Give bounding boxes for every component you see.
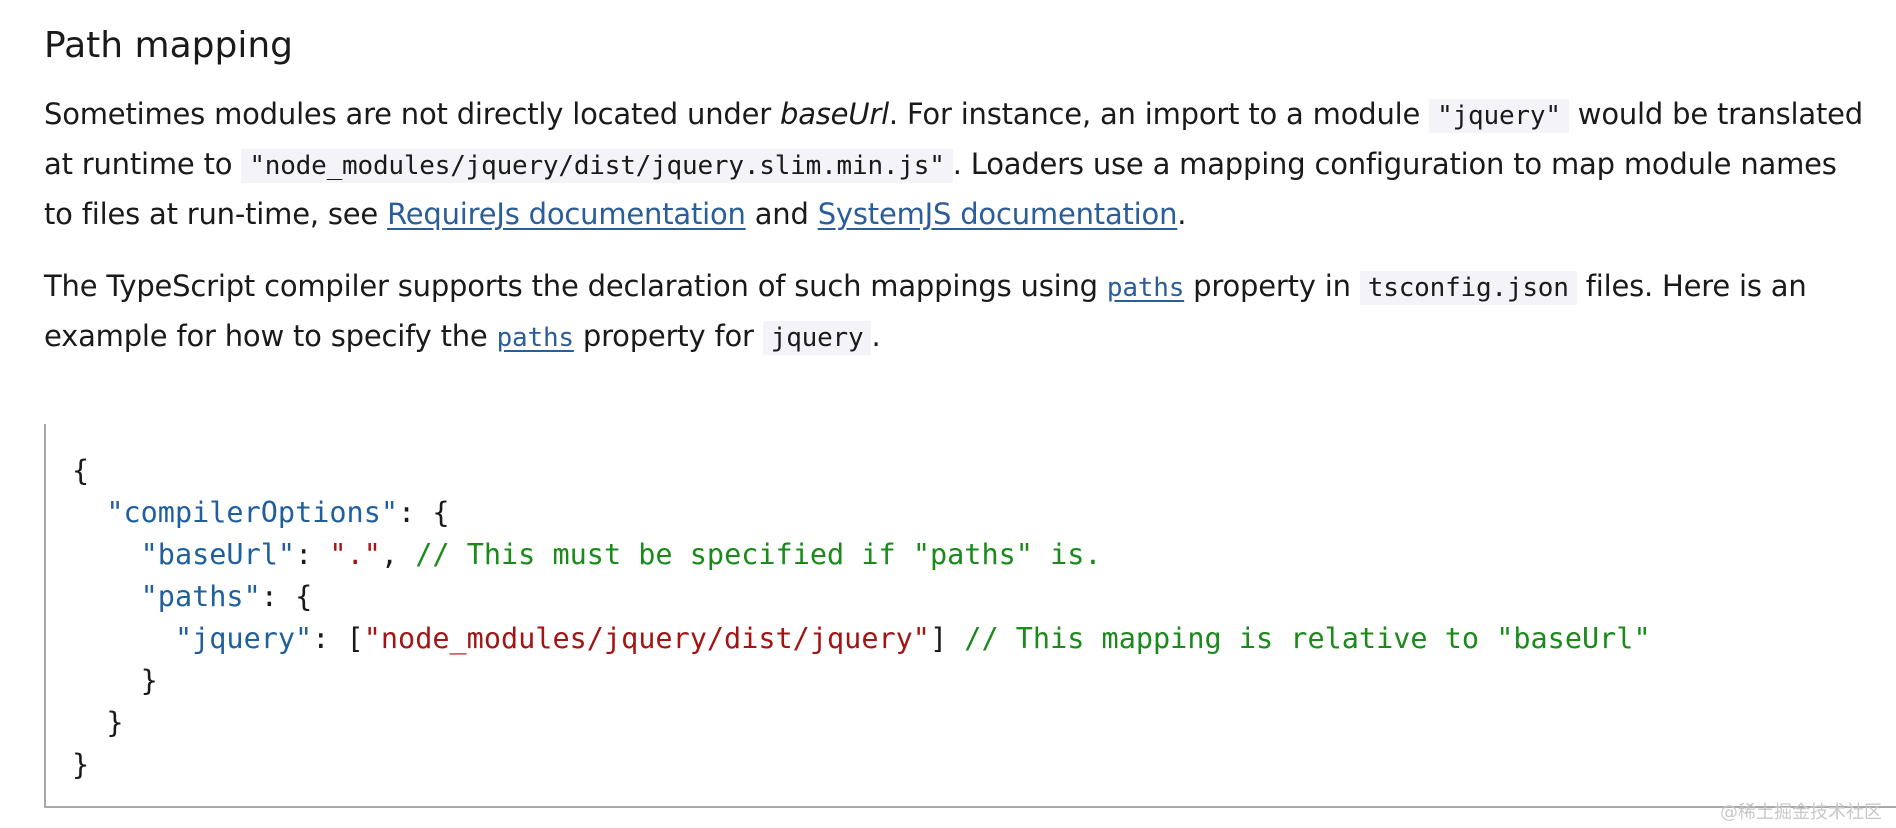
punct: { — [72, 454, 90, 487]
punct: } — [72, 706, 124, 739]
paragraph-path-mapping-intro: Sometimes modules are not directly locat… — [44, 90, 1864, 238]
punct: : [ — [312, 622, 364, 655]
code-line-2: "compilerOptions": { — [72, 492, 1896, 534]
paragraph-paths-property: The TypeScript compiler supports the dec… — [44, 262, 1864, 362]
punct: , — [380, 538, 416, 571]
text: . — [1177, 197, 1187, 231]
code-line-5: "jquery": ["node_modules/jquery/dist/jqu… — [72, 618, 1896, 660]
string-dot: "." — [329, 538, 381, 571]
inline-code-jquery: "jquery" — [1429, 99, 1569, 133]
string-jquery-path: "node_modules/jquery/dist/jquery" — [363, 622, 930, 655]
comment-baseurl: // This must be specified if "paths" is. — [415, 538, 1102, 571]
code-line-3: "baseUrl": ".", // This must be specifie… — [72, 534, 1896, 576]
inline-code-jquery-2: jquery — [762, 321, 872, 355]
punct: : — [295, 538, 330, 571]
code-line-8: } — [72, 744, 1896, 786]
text: property in — [1184, 269, 1360, 303]
key-paths: "paths" — [140, 580, 261, 613]
punct: : { — [398, 496, 450, 529]
punct: } — [72, 748, 90, 781]
code-block-tsconfig[interactable]: { "compilerOptions": { "baseUrl": ".", /… — [44, 424, 1896, 808]
requirejs-documentation-link[interactable]: RequireJs documentation — [387, 197, 746, 231]
punct: : { — [260, 580, 313, 613]
systemjs-documentation-link[interactable]: SystemJS documentation — [818, 197, 1178, 231]
watermark: @稀土掘金技术社区 — [1720, 802, 1882, 823]
text: The TypeScript compiler supports the dec… — [44, 269, 1107, 303]
key-baseurl: "baseUrl" — [140, 538, 296, 571]
text: Sometimes modules are not directly locat… — [44, 97, 780, 131]
code-line-6: } — [72, 660, 1896, 702]
paths-link-2[interactable]: paths — [497, 319, 574, 353]
emphasis-baseurl: baseUrl — [779, 97, 889, 131]
key-jquery: "jquery" — [174, 622, 313, 655]
document-body: Path mapping Sometimes modules are not d… — [44, 0, 1864, 386]
text: property for — [573, 319, 763, 353]
punct: ] — [929, 622, 965, 655]
comment-mapping: // This mapping is relative to "baseUrl" — [964, 622, 1651, 655]
text: and — [745, 197, 818, 231]
inline-code-tsconfig: tsconfig.json — [1359, 271, 1577, 305]
paths-link-2-code: paths — [496, 323, 574, 353]
paths-link-code: paths — [1106, 273, 1185, 303]
punct: } — [72, 664, 158, 697]
inline-code-node-modules-path: "node_modules/jquery/dist/jquery.slim.mi… — [241, 149, 953, 183]
text: . — [871, 319, 881, 353]
code-line-1: { — [72, 450, 1896, 492]
code-line-7: } — [72, 702, 1896, 744]
code-line-4: "paths": { — [72, 576, 1896, 618]
key-compileroptions: "compilerOptions" — [106, 496, 399, 529]
paths-link[interactable]: paths — [1107, 269, 1184, 303]
section-heading: Path mapping — [44, 25, 294, 66]
text: . For instance, an import to a module — [888, 97, 1430, 131]
